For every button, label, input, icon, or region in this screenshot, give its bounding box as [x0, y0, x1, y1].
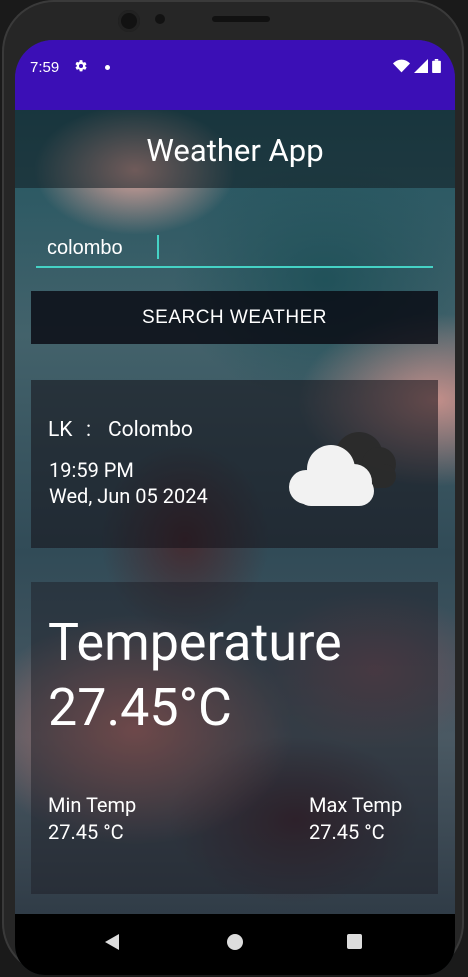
home-icon[interactable]	[227, 934, 243, 950]
search-field[interactable]	[36, 228, 433, 268]
navigation-bar	[15, 914, 455, 975]
location-separator: :	[86, 418, 92, 442]
app-content: Weather App SEARCH WEATHER LK : Colombo …	[15, 110, 455, 975]
back-icon[interactable]	[105, 934, 119, 950]
status-time: 7:59	[30, 59, 60, 76]
text-caret	[157, 235, 159, 259]
temperature-label: Temperature	[48, 612, 342, 673]
front-camera	[118, 10, 140, 32]
temperature-value: 27.45°C	[48, 677, 232, 738]
search-input[interactable]	[47, 236, 417, 260]
screen: 7:59 Weather App colombo SEARCH WEATHER …	[15, 40, 455, 975]
battery-icon	[432, 59, 441, 73]
device-frame: 7:59 Weather App colombo SEARCH WEATHER …	[0, 0, 468, 977]
local-date: Wed, Jun 05 2024	[49, 484, 208, 508]
earpiece-speaker	[212, 16, 270, 22]
status-icons	[393, 59, 441, 73]
signal-icon	[414, 59, 428, 73]
gear-icon	[75, 60, 87, 72]
country-code: LK	[48, 418, 73, 442]
local-time: 19:59 PM	[49, 458, 134, 482]
search-weather-button[interactable]: SEARCH WEATHER	[31, 291, 438, 344]
temperature-card: Temperature 27.45°C Min Temp 27.45 °C Ma…	[31, 582, 438, 894]
max-temp-label: Max Temp	[309, 793, 403, 817]
min-temp-label: Min Temp	[48, 793, 137, 817]
notification-dot-icon	[105, 65, 110, 70]
cloud-icon	[289, 432, 396, 506]
city-name: Colombo	[108, 418, 193, 442]
app-title: Weather App	[146, 132, 324, 169]
recents-icon[interactable]	[347, 934, 362, 949]
max-temp-value: 27.45 °C	[309, 820, 385, 844]
sensor-dot	[155, 14, 165, 24]
min-temp-value: 27.45 °C	[48, 820, 124, 844]
status-bar: 7:59	[15, 40, 455, 110]
app-bar: Weather App	[15, 110, 455, 188]
wifi-icon	[393, 59, 410, 73]
location-card: LK : Colombo 19:59 PM Wed, Jun 05 2024	[31, 380, 438, 548]
